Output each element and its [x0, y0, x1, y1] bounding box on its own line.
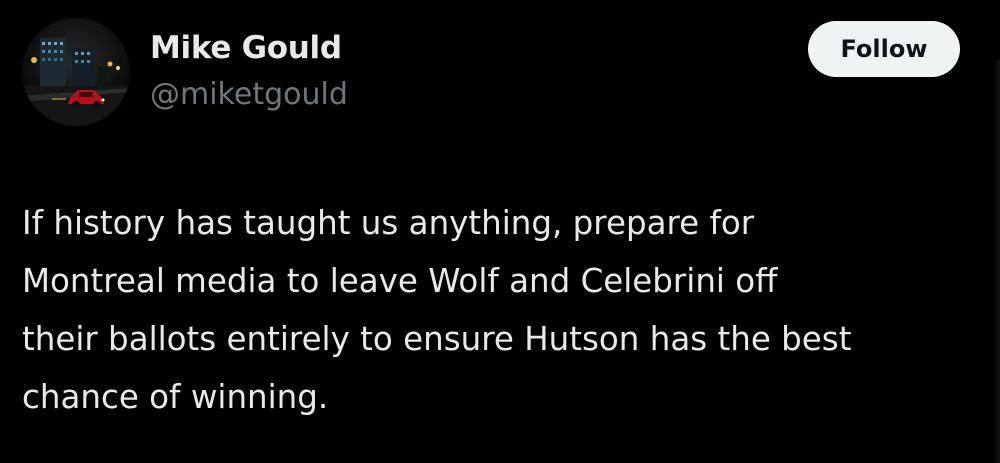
author-handle[interactable]: @miketgould: [150, 75, 348, 115]
tweet-text-line: chance of winning.: [22, 378, 329, 416]
tweet-text-line: their ballots entirely to ensure Hutson …: [22, 320, 852, 358]
follow-button[interactable]: Follow: [808, 21, 960, 77]
tweet-card: Mike Gould @miketgould Follow If history…: [0, 0, 1000, 463]
avatar-photo-icon: [22, 18, 130, 126]
author-name[interactable]: Mike Gould: [150, 28, 342, 68]
tweet-text-line: Montreal media to leave Wolf and Celebri…: [22, 262, 778, 300]
avatar[interactable]: [22, 18, 130, 126]
card-edge-shadow: [994, 60, 1000, 463]
tweet-text: If history has taught us anything, prepa…: [22, 194, 982, 426]
tweet-text-line: If history has taught us anything, prepa…: [22, 204, 755, 242]
